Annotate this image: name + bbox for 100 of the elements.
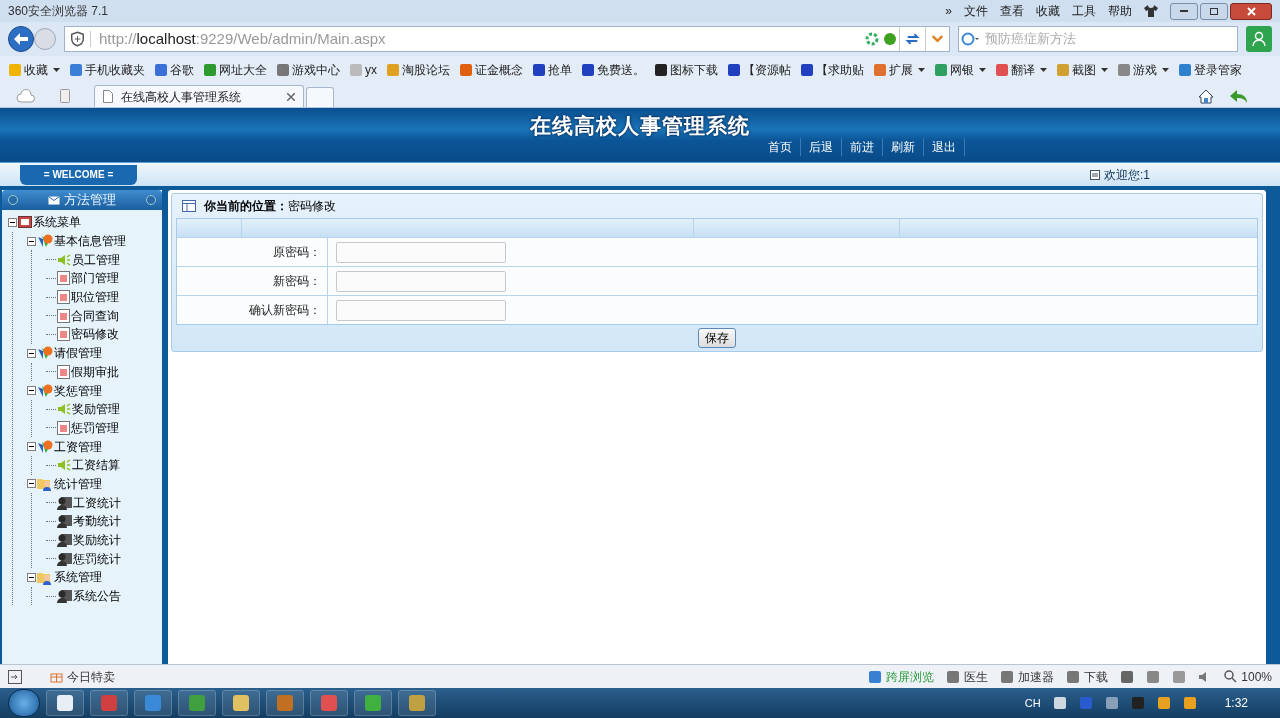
tree-item[interactable]: 合同查询	[71, 309, 119, 322]
collapse-icon[interactable]	[27, 442, 36, 452]
password-field[interactable]	[336, 241, 506, 263]
bookmark-link[interactable]: 证金概念	[475, 61, 523, 79]
nav-link[interactable]: 退出	[924, 138, 965, 156]
caret-icon[interactable]	[1101, 68, 1108, 72]
status-text[interactable]: 今日特卖	[67, 667, 115, 686]
menu-item[interactable]: 工具	[1072, 2, 1096, 20]
nav-link[interactable]: 前进	[842, 138, 883, 156]
sidebar-toggle-icon[interactable]	[8, 669, 22, 684]
save-button[interactable]: 保存	[698, 328, 736, 348]
bookmark-link[interactable]: 【资源帖	[743, 61, 791, 79]
minimize-button[interactable]	[1170, 2, 1198, 20]
bookmark-link[interactable]: 登录管家	[1194, 61, 1242, 79]
menu-item[interactable]: 帮助	[1108, 2, 1132, 20]
caret-icon[interactable]	[1040, 68, 1047, 72]
refresh-icon[interactable]	[865, 32, 879, 46]
menu-item[interactable]: »	[945, 2, 952, 20]
tree-item[interactable]: 工资统计	[73, 496, 121, 509]
taskbar-app-icon[interactable]	[46, 690, 84, 716]
bookmark-link[interactable]: 扩展	[889, 61, 913, 79]
tree-item[interactable]: 系统菜单	[33, 216, 81, 229]
collapse-icon[interactable]	[27, 386, 36, 396]
search-icon[interactable]	[959, 31, 981, 47]
caret-icon[interactable]	[979, 68, 986, 72]
bookmark-link[interactable]: 手机收藏夹	[85, 61, 145, 79]
nav-link[interactable]: 后退	[801, 138, 842, 156]
address-bar[interactable]: http://localhost:9229/Web/admin/Main.aspx	[64, 26, 950, 52]
bookmark-link[interactable]: 免费送。	[597, 61, 645, 79]
tree-item[interactable]: 惩罚管理	[71, 421, 119, 434]
tree-item[interactable]: 基本信息管理	[54, 235, 126, 248]
zoom-icon[interactable]	[1224, 670, 1238, 683]
status-button[interactable]: 医生	[964, 667, 989, 686]
collapse-icon[interactable]	[27, 479, 36, 489]
greeting-text: 欢迎您:1	[1104, 166, 1150, 184]
tree-item[interactable]: 假期审批	[71, 365, 119, 378]
menu-item[interactable]: 文件	[964, 2, 988, 20]
bookmark-link[interactable]: 收藏	[24, 61, 48, 79]
shirt-icon[interactable]	[1144, 5, 1158, 17]
undo-arrow-icon[interactable]	[1230, 89, 1248, 104]
bookmark-link[interactable]: 网银	[950, 61, 974, 79]
tree-item[interactable]: 考勤统计	[73, 515, 121, 528]
browser-tab[interactable]: 在线高校人事管理系统	[94, 85, 304, 107]
bookmark-link[interactable]: 截图	[1072, 61, 1096, 79]
collapse-icon[interactable]	[27, 348, 36, 358]
taskbar-app-icon[interactable]	[354, 690, 392, 716]
close-button[interactable]	[1230, 2, 1272, 20]
collapse-icon[interactable]	[27, 236, 36, 246]
close-icon[interactable]	[287, 92, 295, 101]
password-field[interactable]	[336, 299, 506, 321]
bookmark-link[interactable]: 游戏	[1133, 61, 1157, 79]
bookmark-link[interactable]: 淘股论坛	[402, 61, 450, 79]
user-button[interactable]	[1246, 26, 1272, 52]
caret-icon[interactable]	[1162, 68, 1169, 72]
collapse-icon[interactable]	[27, 572, 36, 582]
search-box[interactable]: 预防癌症新方法	[958, 26, 1238, 52]
nav-link[interactable]: 首页	[760, 138, 801, 156]
tree-item[interactable]: 奖惩管理	[54, 384, 102, 397]
bookmark-link[interactable]: 翻译	[1011, 61, 1035, 79]
language-indicator[interactable]: CH	[1024, 694, 1041, 712]
taskbar-app-icon[interactable]	[398, 690, 436, 716]
bookmark-link[interactable]: yx	[365, 61, 377, 79]
tree-item[interactable]: 系统公告	[73, 590, 121, 603]
status-button[interactable]: 加速器	[1018, 667, 1055, 686]
menu-item[interactable]: 收藏	[1036, 2, 1060, 20]
caret-icon[interactable]	[918, 68, 925, 72]
bookmark-link[interactable]: 谷歌	[170, 61, 194, 79]
bookmark-link[interactable]: 抢单	[548, 61, 572, 79]
tree-item[interactable]: 密码修改	[71, 328, 119, 341]
bookmark-link[interactable]: 游戏中心	[292, 61, 340, 79]
menu-item[interactable]: 查看	[1000, 2, 1024, 20]
restore-button[interactable]	[1200, 2, 1228, 20]
cloud-icon[interactable]	[16, 89, 36, 103]
tree-item[interactable]: 部门管理	[71, 272, 119, 285]
start-button[interactable]	[8, 689, 40, 717]
tree-item[interactable]: 奖励统计	[73, 534, 121, 547]
calendar-icon	[57, 420, 70, 435]
search-field[interactable]: 预防癌症新方法	[981, 29, 1237, 49]
tree-item[interactable]: 工资结算	[72, 459, 120, 472]
tree-item[interactable]: 工资管理	[54, 440, 102, 453]
tree-item[interactable]: 系统管理	[54, 571, 102, 584]
bookmark-link[interactable]: 【求助贴	[816, 61, 864, 79]
tree-item[interactable]: 奖励管理	[72, 403, 120, 416]
status-button[interactable]: 下载	[1084, 667, 1109, 686]
back-button[interactable]	[8, 26, 34, 52]
home-icon[interactable]	[1198, 89, 1214, 104]
tree-item[interactable]: 统计管理	[54, 477, 102, 490]
status-icon	[1000, 669, 1015, 684]
tree-item[interactable]: 员工管理	[72, 253, 120, 266]
tree-item[interactable]: 惩罚统计	[73, 552, 121, 565]
bookmark-link[interactable]: 网址大全	[219, 61, 267, 79]
taskbar-app-icon[interactable]	[222, 690, 260, 716]
tree-item[interactable]: 请假管理	[54, 347, 102, 360]
bookmark-link[interactable]: 图标下载	[670, 61, 718, 79]
caret-icon[interactable]	[53, 68, 60, 72]
tree-item[interactable]: 职位管理	[71, 291, 119, 304]
password-field[interactable]	[336, 270, 506, 292]
collapse-icon[interactable]	[8, 217, 17, 227]
zoom-level[interactable]: 100%	[1241, 667, 1272, 686]
nav-link[interactable]: 刷新	[883, 138, 924, 156]
